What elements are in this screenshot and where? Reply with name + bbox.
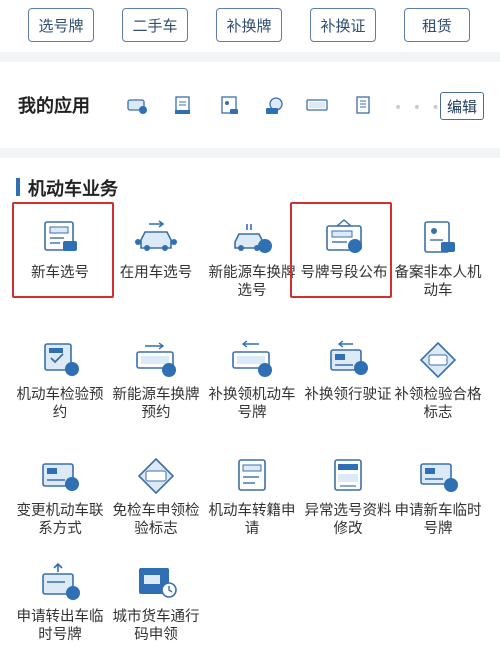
service-car-in-use[interactable]: 在用车选号	[108, 218, 204, 282]
service-label: 补领检验合格标志	[394, 387, 482, 421]
service-label: 新能源车换牌预约	[112, 387, 200, 421]
service-label: 机动车检验预约	[16, 387, 104, 421]
service-replace-license[interactable]: 补换领行驶证	[300, 340, 396, 404]
tab-replace-plate[interactable]: 补换牌	[216, 8, 282, 42]
car-in-use-icon	[135, 220, 177, 251]
more-dots: • • •	[394, 100, 443, 116]
service-temp-plate-transfer[interactable]: 申请转出车临时号牌	[12, 562, 108, 644]
service-label: 补换领机动车号牌	[208, 387, 296, 421]
service-truck-pass[interactable]: 城市货车通行码申领	[108, 562, 204, 644]
service-label: 免检车申领检验标志	[112, 503, 200, 537]
exchange-icon[interactable]	[264, 94, 286, 116]
inspection-booking-icon	[44, 343, 79, 376]
service-replace-plate[interactable]: 补换领机动车号牌	[204, 340, 300, 422]
document-icon[interactable]	[172, 94, 194, 116]
service-inspection-mark[interactable]: 补领检验合格标志	[390, 340, 486, 422]
new-energy-booking-icon	[136, 342, 176, 377]
service-label: 新能源车换牌选号	[208, 265, 296, 299]
service-label: 申请新车临时号牌	[394, 503, 482, 537]
service-new-energy-swap[interactable]: 新能源车换牌选号	[204, 218, 300, 300]
service-inspection-booking[interactable]: 机动车检验预约	[12, 340, 108, 422]
service-label: 机动车转籍申请	[208, 503, 296, 537]
list-icon[interactable]	[352, 94, 374, 116]
tab-used-car[interactable]: 二手车	[122, 8, 188, 42]
tab-replace-license[interactable]: 补换证	[310, 8, 376, 42]
service-register-vehicle[interactable]: 备案非本人机动车	[390, 218, 486, 300]
service-transfer-registration[interactable]: 机动车转籍申请	[204, 456, 300, 538]
service-new-energy-booking[interactable]: 新能源车换牌预约	[108, 340, 204, 422]
new-energy-swap-icon	[234, 224, 272, 253]
id-card-icon[interactable]	[218, 94, 240, 116]
service-label: 备案非本人机动车	[394, 265, 482, 299]
car-plate-icon[interactable]	[126, 94, 148, 116]
temp-plate-new-icon	[420, 463, 458, 492]
exempt-inspection-icon	[137, 457, 175, 495]
inspection-mark-icon	[419, 341, 457, 379]
service-label: 变更机动车联系方式	[16, 503, 104, 537]
plate-icon[interactable]	[306, 94, 328, 116]
tab-rental[interactable]: 租赁	[404, 8, 470, 42]
transfer-registration-icon	[238, 459, 266, 491]
change-contact-icon	[42, 463, 79, 491]
replace-plate-icon	[232, 340, 272, 377]
service-temp-plate-new[interactable]: 申请新车临时号牌	[390, 456, 486, 538]
section-title: 机动车业务	[28, 179, 118, 200]
edit-button[interactable]: 编辑	[440, 92, 484, 120]
truck-pass-icon	[139, 568, 177, 598]
service-change-contact[interactable]: 变更机动车联系方式	[12, 456, 108, 538]
service-label: 异常选号资料修改	[304, 503, 392, 537]
abnormal-plate-edit-icon	[334, 459, 362, 491]
top-tab-bar: 选号牌 二手车 补换牌 补换证 租赁	[0, 0, 500, 52]
replace-license-icon	[330, 340, 368, 375]
service-label: 申请转出车临时号牌	[16, 609, 104, 643]
highlight-box-plate-announce	[290, 202, 392, 298]
section-accent-bar	[16, 178, 20, 196]
service-abnormal-plate-edit[interactable]: 异常选号资料修改	[300, 456, 396, 538]
my-apps-title: 我的应用	[18, 96, 90, 117]
service-label: 城市货车通行码申领	[112, 609, 200, 643]
highlight-box-new-car	[12, 202, 114, 298]
service-exempt-inspection[interactable]: 免检车申领检验标志	[108, 456, 204, 538]
my-apps-bar: 我的应用 • • • 编辑	[0, 62, 500, 148]
tab-select-plate[interactable]: 选号牌	[28, 8, 94, 42]
service-label: 补换领行驶证	[304, 387, 392, 403]
temp-plate-transfer-icon	[42, 562, 80, 600]
service-label: 在用车选号	[119, 265, 193, 281]
register-vehicle-icon	[424, 221, 455, 253]
